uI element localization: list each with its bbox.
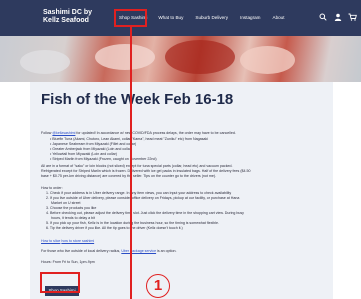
nav-about[interactable]: About [267,14,291,22]
step-number-badge: 1 [146,274,170,298]
nav-suburb-delivery[interactable]: Suburb Delivery [189,14,234,22]
main-content: Fish of the Week Feb 16-18 Follow @kellz… [30,82,333,299]
hours-text: Hours: From Fri to Sun, 1pm-9pm [41,260,95,264]
fish-list: • Bluefin Tuna (Akami, Chutoro, Lean Aka… [50,137,336,162]
header-icons [318,13,357,22]
list-item: • Striped Marlin from Miyazaki (Frozen, … [50,157,157,161]
highlight-box-nav [114,9,147,27]
how-to-slice-link[interactable]: How to slice [41,239,60,243]
format-note: All are in a format of "saku" or loin bl… [41,164,251,178]
outside-delivery-text: For those who live outside of local deli… [41,249,177,253]
hero-fish-slice [165,40,235,74]
slice-store-links: How to slice how to store sashimi [41,239,327,244]
hero-fish-slice [95,44,155,70]
page: Sashimi DC by Kellz Seafood Shop Sashimi… [0,0,361,299]
hero-fish-slice [240,46,295,74]
instagram-link[interactable]: @kellzsashimi [52,131,75,135]
page-title: Fish of the Week Feb 16-18 [41,91,234,108]
search-icon[interactable] [318,13,327,22]
uber-package-link[interactable]: Uber package service [121,249,156,253]
user-icon[interactable] [333,13,342,22]
how-to-store-link[interactable]: how to store sashimi [61,239,94,243]
order-steps: 1. Check if your address is in Uber deli… [46,191,332,231]
list-item: 6. Tip the delivery driver if you like. … [46,226,183,230]
site-header: Sashimi DC by Kellz Seafood Shop Sashimi… [0,0,361,36]
highlight-box-button [40,272,80,293]
hero-fish-slice [20,50,70,74]
cart-icon[interactable] [348,13,357,22]
nav-what-to-buy[interactable]: What to Buy [152,14,189,22]
nav-instagram[interactable]: Instagram [234,14,266,22]
hero-sashimi-image [0,36,361,82]
brand-logo-text[interactable]: Sashimi DC by Kellz Seafood [43,9,97,25]
intro-text: Follow @kellzsashimi for updated! In acc… [41,131,236,135]
annotation-line [130,27,132,299]
